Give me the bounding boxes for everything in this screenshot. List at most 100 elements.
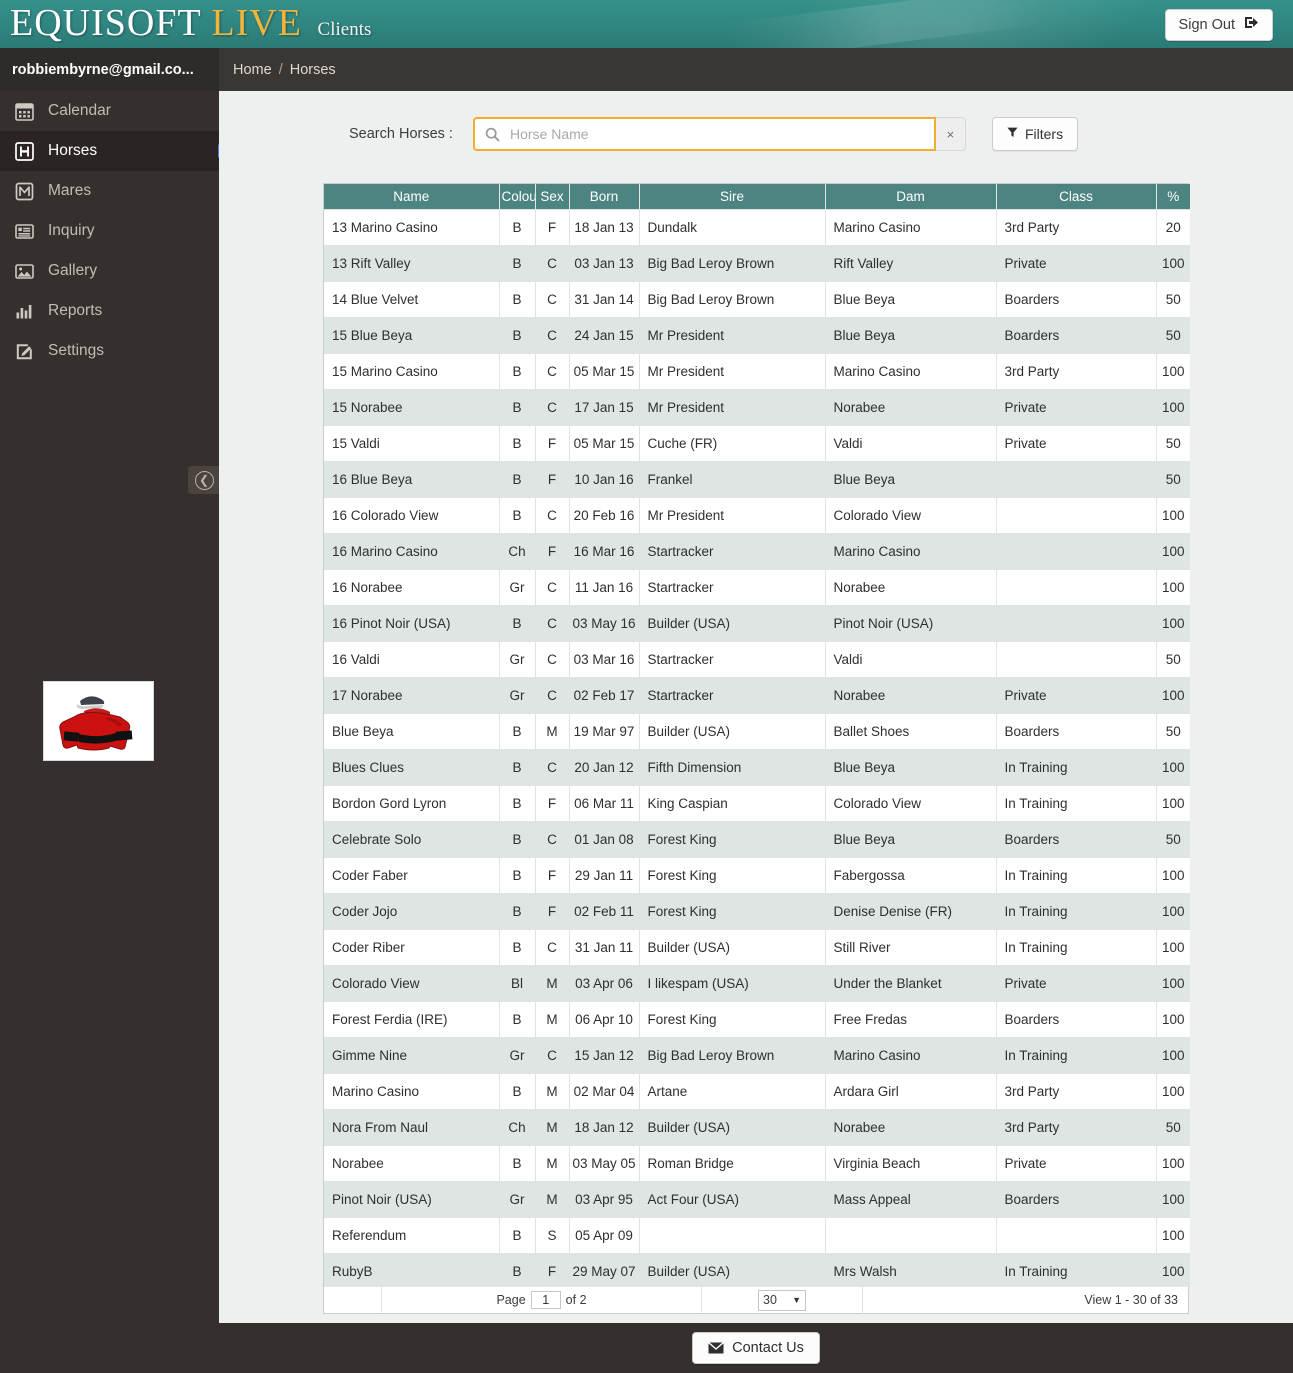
- clear-search-button[interactable]: ×: [935, 117, 966, 151]
- column-header-colour[interactable]: Colou: [499, 184, 536, 209]
- cell-sex: S: [535, 1216, 570, 1253]
- table-row[interactable]: Referendum B S 05 Apr 09 100: [324, 1216, 1190, 1253]
- cell-sex: M: [535, 1108, 570, 1145]
- table-row[interactable]: Nora From Naul Ch M 18 Jan 12 Builder (USA) N…: [324, 1108, 1190, 1145]
- sidebar-collapse-button[interactable]: ❮: [188, 466, 220, 494]
- cell-name: Colorado View: [324, 964, 500, 1001]
- table-row[interactable]: 13 Marino Casino B F 18 Jan 13 Dundalk Marino…: [324, 208, 1190, 245]
- cell-dam: Marino Casino: [825, 1036, 997, 1073]
- calendar-icon: [14, 101, 35, 122]
- table-row[interactable]: Blues Clues B C 20 Jan 12 Fifth Dimension Blu…: [324, 748, 1190, 785]
- cell-percent: 100: [1156, 352, 1190, 389]
- sign-out-button[interactable]: Sign Out: [1164, 9, 1273, 41]
- sidebar-item-gallery[interactable]: Gallery: [0, 251, 219, 291]
- cell-class: Boarders: [996, 820, 1157, 857]
- page-number-input[interactable]: [530, 1291, 561, 1309]
- cell-colour: B: [499, 604, 536, 641]
- column-header-name[interactable]: Name: [324, 184, 500, 209]
- sign-out-icon: [1245, 17, 1259, 32]
- table-row[interactable]: Coder Riber B C 31 Jan 11 Builder (USA) Still…: [324, 928, 1190, 965]
- table-row[interactable]: Forest Ferdia (IRE) B M 06 Apr 10 Forest Kin…: [324, 1000, 1190, 1037]
- search-label: Search Horses :: [349, 126, 453, 142]
- column-header-dam[interactable]: Dam: [825, 184, 997, 209]
- cell-percent: 100: [1156, 1180, 1190, 1217]
- cell-class: 3rd Party: [996, 208, 1157, 245]
- table-row[interactable]: 16 Blue Beya B F 10 Jan 16 Frankel Blue Beya 5…: [324, 460, 1190, 497]
- table-row[interactable]: 16 Norabee Gr C 11 Jan 16 Startracker Norabee…: [324, 568, 1190, 605]
- table-row[interactable]: 15 Norabee B C 17 Jan 15 Mr President Norabee…: [324, 388, 1190, 425]
- cell-dam: Colorado View: [825, 496, 997, 533]
- cell-colour: B: [499, 316, 536, 353]
- sidebar-item-reports[interactable]: Reports: [0, 291, 219, 331]
- table-row[interactable]: 17 Norabee Gr C 02 Feb 17 Startracker Norabee…: [324, 676, 1190, 713]
- sidebar-item-settings[interactable]: Settings: [0, 331, 219, 371]
- cell-name: 16 Norabee: [324, 568, 500, 605]
- table-row[interactable]: 15 Valdi B F 05 Mar 15 Cuche (FR) Valdi Privat…: [324, 424, 1190, 461]
- cell-percent: 100: [1156, 892, 1190, 929]
- horses-table: Name Colou Sex Born Sire Dam Class % 13 …: [324, 184, 1190, 1289]
- table-row[interactable]: 13 Rift Valley B C 03 Jan 13 Big Bad Leroy B…: [324, 244, 1190, 281]
- table-row[interactable]: 16 Pinot Noir (USA) B C 03 May 16 Builder (U…: [324, 604, 1190, 641]
- cell-dam: Valdi: [825, 640, 997, 677]
- table-row[interactable]: 15 Blue Beya B C 24 Jan 15 Mr President Blue …: [324, 316, 1190, 353]
- search-input[interactable]: [507, 125, 908, 143]
- cell-name: Nora From Naul: [324, 1108, 500, 1145]
- cell-class: [996, 640, 1157, 677]
- contact-us-button[interactable]: Contact Us: [692, 1332, 820, 1364]
- cell-percent: 100: [1156, 784, 1190, 821]
- cell-dam: Colorado View: [825, 784, 997, 821]
- cell-born: 31 Jan 14: [569, 280, 640, 317]
- sidebar-item-inquiry[interactable]: Inquiry: [0, 211, 219, 251]
- sidebar-item-label: Gallery: [48, 262, 98, 279]
- cell-name: 13 Rift Valley: [324, 244, 500, 281]
- column-header-class[interactable]: Class: [996, 184, 1157, 209]
- breadcrumb-home[interactable]: Home: [233, 62, 272, 78]
- table-row[interactable]: RubyB B F 29 May 07 Builder (USA) Mrs Walsh In…: [324, 1252, 1190, 1289]
- cell-sex: M: [535, 1000, 570, 1037]
- cell-colour: B: [499, 352, 536, 389]
- cell-dam: Blue Beya: [825, 748, 997, 785]
- logo-clients: Clients: [317, 19, 372, 40]
- cell-class: [996, 496, 1157, 533]
- table-row[interactable]: Marino Casino B M 02 Mar 04 Artane Ardara Gir…: [324, 1072, 1190, 1109]
- cell-dam: Still River: [825, 928, 997, 965]
- table-row[interactable]: Bordon Gord Lyron B F 06 Mar 11 King Caspian…: [324, 784, 1190, 821]
- cell-class: [996, 568, 1157, 605]
- page-size-select[interactable]: 30 ▼: [758, 1289, 806, 1311]
- table-row[interactable]: Gimme Nine Gr C 15 Jan 12 Big Bad Leroy Brow…: [324, 1036, 1190, 1073]
- cell-sire: Startracker: [639, 640, 826, 677]
- sidebar-item-mares[interactable]: Mares: [0, 171, 219, 211]
- cell-colour: B: [499, 856, 536, 893]
- table-row[interactable]: 16 Colorado View B C 20 Feb 16 Mr President C…: [324, 496, 1190, 533]
- table-row[interactable]: Celebrate Solo B C 01 Jan 08 Forest King Blue…: [324, 820, 1190, 857]
- sidebar-item-horses[interactable]: Horses: [0, 131, 226, 171]
- breadcrumb-horses[interactable]: Horses: [290, 62, 336, 78]
- pager-view-range: View 1 - 30 of 33: [863, 1287, 1188, 1314]
- column-header-percent[interactable]: %: [1156, 184, 1190, 209]
- table-row[interactable]: Coder Jojo B F 02 Feb 11 Forest King Denise D…: [324, 892, 1190, 929]
- column-header-born[interactable]: Born: [569, 184, 640, 209]
- column-header-sire[interactable]: Sire: [639, 184, 826, 209]
- table-row[interactable]: Colorado View Bl M 03 Apr 06 I likespam (USA…: [324, 964, 1190, 1001]
- cell-colour: Gr: [499, 1180, 536, 1217]
- cell-sire: Mr President: [639, 496, 826, 533]
- table-row[interactable]: 16 Valdi Gr C 03 Mar 16 Startracker Valdi 50: [324, 640, 1190, 677]
- table-row[interactable]: 16 Marino Casino Ch F 16 Mar 16 Startracker M…: [324, 532, 1190, 569]
- cell-class: In Training: [996, 1036, 1157, 1073]
- sidebar-item-calendar[interactable]: Calendar: [0, 91, 219, 131]
- table-row[interactable]: 14 Blue Velvet B C 31 Jan 14 Big Bad Leroy B…: [324, 280, 1190, 317]
- table-body: 13 Marino Casino B F 18 Jan 13 Dundalk Marino…: [324, 208, 1190, 1289]
- cell-colour: B: [499, 892, 536, 929]
- cell-dam: Marino Casino: [825, 532, 997, 569]
- filters-button[interactable]: Filters: [991, 117, 1079, 151]
- cell-sire: Mr President: [639, 316, 826, 353]
- table-row[interactable]: Pinot Noir (USA) Gr M 03 Apr 95 Act Four (US…: [324, 1180, 1190, 1217]
- cell-percent: 100: [1156, 532, 1190, 569]
- table-row[interactable]: 15 Marino Casino B C 05 Mar 15 Mr President M…: [324, 352, 1190, 389]
- column-header-sex[interactable]: Sex: [535, 184, 570, 209]
- table-row[interactable]: Norabee B M 03 May 05 Roman Bridge Virginia B…: [324, 1144, 1190, 1181]
- cell-class: Private: [996, 424, 1157, 461]
- search-box[interactable]: [472, 117, 936, 151]
- table-row[interactable]: Coder Faber B F 29 Jan 11 Forest King Fabergo…: [324, 856, 1190, 893]
- table-row[interactable]: Blue Beya B M 19 Mar 97 Builder (USA) Ballet …: [324, 712, 1190, 749]
